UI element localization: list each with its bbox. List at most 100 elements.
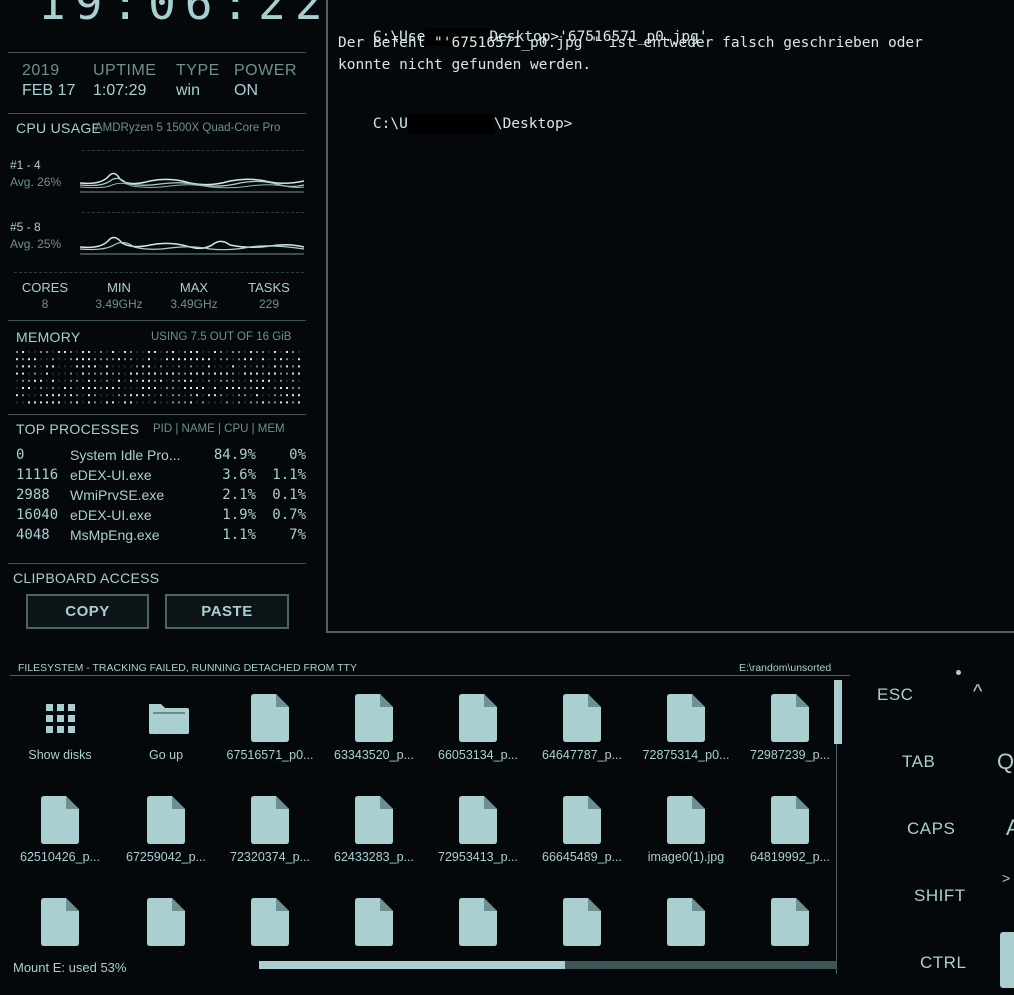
nav-label[interactable]: Go up bbox=[114, 748, 218, 762]
memory-cell bbox=[94, 358, 96, 361]
memory-cell bbox=[28, 372, 30, 375]
memory-cell bbox=[178, 372, 180, 375]
file-name[interactable]: 72953413_p... bbox=[426, 850, 530, 864]
file-name[interactable]: 63343520_p... bbox=[322, 748, 426, 762]
file-icon[interactable] bbox=[771, 694, 809, 742]
key-space-partial[interactable] bbox=[1000, 932, 1014, 988]
file-icon[interactable] bbox=[667, 796, 705, 844]
file-icon[interactable] bbox=[459, 898, 497, 946]
key-shift[interactable]: SHIFT bbox=[914, 886, 966, 906]
file-name[interactable]: 72875314_p0... bbox=[634, 748, 738, 762]
paste-button[interactable]: PASTE bbox=[165, 594, 289, 629]
file-name[interactable]: 64647787_p... bbox=[530, 748, 634, 762]
memory-cell bbox=[214, 379, 216, 382]
terminal[interactable]: C:\Use Desktop>'67516571_p0.jpg' Der Befe… bbox=[326, 0, 1014, 633]
file-name[interactable]: 66645489_p... bbox=[530, 850, 634, 864]
memory-cell bbox=[172, 394, 174, 397]
memory-cell bbox=[160, 387, 162, 389]
memory-cell bbox=[298, 387, 300, 389]
memory-cell bbox=[52, 401, 54, 404]
file-name[interactable]: 64819992_p... bbox=[738, 850, 834, 864]
key-q[interactable]: Q bbox=[997, 749, 1014, 775]
memory-cell bbox=[268, 358, 270, 361]
memory-cell bbox=[196, 358, 198, 361]
key-a[interactable]: A bbox=[1006, 815, 1014, 841]
show-disks-icon[interactable] bbox=[41, 694, 79, 742]
scrollbar-track[interactable] bbox=[836, 744, 837, 974]
memory-cell bbox=[286, 387, 288, 389]
cpu-stats: CORES 8 MIN 3.49GHz MAX 3.49GHz TASKS 22… bbox=[10, 280, 310, 314]
file-icon[interactable] bbox=[563, 796, 601, 844]
key-tab[interactable]: TAB bbox=[902, 752, 935, 772]
processes-title: TOP PROCESSES bbox=[16, 421, 140, 437]
scrollbar-thumb[interactable] bbox=[834, 680, 842, 744]
file-icon[interactable] bbox=[41, 796, 79, 844]
memory-cell bbox=[70, 351, 72, 353]
memory-cell bbox=[178, 394, 180, 397]
file-name[interactable]: 72987239_p... bbox=[738, 748, 834, 762]
memory-cell bbox=[220, 387, 222, 389]
file-name[interactable]: 67259042_p... bbox=[114, 850, 218, 864]
key-greater-than[interactable]: > bbox=[1002, 870, 1011, 886]
file-icon[interactable] bbox=[355, 796, 393, 844]
cpu-group2-avg: Avg. 25% bbox=[10, 237, 62, 251]
memory-cell bbox=[244, 387, 246, 389]
memory-cell bbox=[214, 372, 216, 375]
file-icon[interactable] bbox=[771, 898, 809, 946]
cpu-stat-min-value: 3.49GHz bbox=[95, 297, 143, 311]
file-icon[interactable] bbox=[667, 694, 705, 742]
file-name[interactable]: 67516571_p0... bbox=[218, 748, 322, 762]
memory-cell bbox=[286, 358, 288, 361]
file-icon[interactable] bbox=[147, 796, 185, 844]
file-name[interactable]: 66053134_p... bbox=[426, 748, 530, 762]
disk-usage-bar bbox=[259, 961, 837, 969]
nav-label[interactable]: Show disks bbox=[8, 748, 112, 762]
process-cpu: 3.6% bbox=[222, 467, 256, 483]
memory-cell bbox=[190, 394, 192, 397]
memory-cell bbox=[178, 365, 180, 368]
file-icon[interactable] bbox=[459, 694, 497, 742]
memory-cell bbox=[64, 365, 66, 368]
memory-cell bbox=[136, 351, 138, 353]
file-icon[interactable] bbox=[563, 898, 601, 946]
memory-cell bbox=[190, 379, 192, 382]
memory-cell bbox=[130, 394, 132, 397]
file-icon[interactable] bbox=[459, 796, 497, 844]
divider bbox=[8, 113, 306, 114]
memory-cell bbox=[220, 351, 222, 353]
key-caret[interactable]: ^ bbox=[973, 681, 983, 704]
memory-cell bbox=[106, 379, 108, 382]
file-icon[interactable] bbox=[355, 898, 393, 946]
memory-cell bbox=[46, 387, 48, 389]
memory-cell bbox=[28, 365, 30, 368]
memory-cell bbox=[142, 401, 144, 404]
file-name[interactable]: 72320374_p... bbox=[218, 850, 322, 864]
file-icon[interactable] bbox=[355, 694, 393, 742]
file-icon[interactable] bbox=[251, 898, 289, 946]
process-name: eDEX-UI.exe bbox=[70, 467, 152, 483]
key-ctrl[interactable]: CTRL bbox=[920, 953, 966, 973]
sysinfo-power: ON bbox=[234, 82, 258, 99]
file-name[interactable]: 62433283_p... bbox=[322, 850, 426, 864]
memory-cell bbox=[214, 365, 216, 368]
file-icon[interactable] bbox=[771, 796, 809, 844]
file-icon[interactable] bbox=[251, 796, 289, 844]
memory-cell bbox=[88, 394, 90, 397]
file-icon[interactable] bbox=[251, 694, 289, 742]
key-caps[interactable]: CAPS bbox=[907, 819, 955, 839]
file-icon[interactable] bbox=[667, 898, 705, 946]
folder-up-icon[interactable] bbox=[147, 694, 189, 742]
file-name[interactable]: image0(1).jpg bbox=[634, 850, 738, 864]
memory-cell bbox=[166, 401, 168, 404]
file-icon[interactable] bbox=[147, 898, 185, 946]
memory-cell bbox=[22, 379, 24, 382]
copy-button[interactable]: COPY bbox=[26, 594, 149, 629]
file-name[interactable]: 62510426_p... bbox=[8, 850, 112, 864]
file-icon[interactable] bbox=[41, 898, 79, 946]
memory-cell bbox=[124, 387, 126, 389]
file-grid: Show disks Go up 67516571_p0... 63343520_p.… bbox=[0, 676, 834, 960]
key-esc[interactable]: ESC bbox=[877, 685, 913, 705]
memory-cell bbox=[184, 372, 186, 375]
memory-cell bbox=[160, 394, 162, 397]
file-icon[interactable] bbox=[563, 694, 601, 742]
